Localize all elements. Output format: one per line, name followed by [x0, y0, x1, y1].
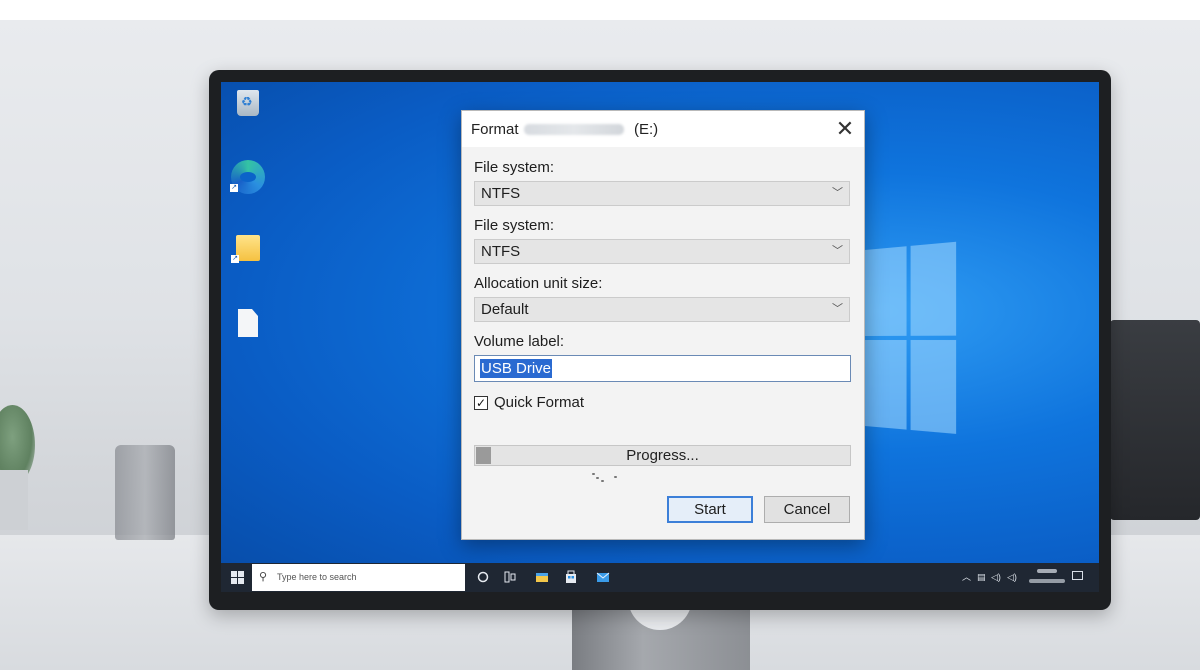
dialog-titlebar: Format (E:) ✕ — [462, 111, 864, 147]
cancel-button[interactable]: Cancel — [764, 496, 850, 523]
dialog-title-prefix: Format — [471, 121, 519, 138]
desktop-icon-edge[interactable]: ↗ — [221, 160, 278, 199]
file-system-label: File system: — [474, 159, 555, 176]
file-icon — [238, 309, 258, 337]
loading-spinner-icon — [592, 471, 622, 485]
file-system-value-2: NTFS — [481, 243, 521, 260]
close-icon[interactable]: ✕ — [830, 114, 860, 144]
format-dialog: Format (E:) ✕ File system: NTFS ﹀ File s… — [461, 110, 865, 540]
cortana-icon[interactable] — [475, 569, 491, 585]
volume-label-label: Volume label: — [474, 333, 565, 350]
speaker-icon[interactable]: ◁) — [1007, 563, 1017, 592]
folder-icon — [236, 235, 260, 261]
file-explorer-icon[interactable] — [534, 569, 550, 585]
quick-format-label: Quick Format — [494, 394, 585, 411]
background-dark-object — [1110, 320, 1200, 520]
search-placeholder: Type here to search — [277, 572, 357, 582]
shortcut-arrow-icon: ↗ — [230, 184, 238, 192]
start-button[interactable]: Start — [667, 496, 753, 523]
chevron-down-icon: ﹀ — [832, 187, 843, 199]
volume-icon[interactable]: ◁) — [991, 563, 1001, 592]
taskbar: ⚲ Type here to search ︿ ▤ ◁) ◁) — [221, 563, 1099, 592]
desktop-icon-folder[interactable]: ↗ — [221, 235, 278, 266]
dialog-title-drive: (E:) — [634, 121, 659, 138]
allocation-unit-size-label: Allocation unit size: — [474, 275, 603, 292]
allocation-unit-size-select[interactable]: Default ﹀ — [474, 297, 850, 322]
network-icon[interactable]: ▤ — [977, 563, 986, 592]
taskbar-search-box[interactable]: ⚲ Type here to search — [252, 564, 465, 591]
desktop-icon-recycle-bin[interactable] — [221, 90, 278, 121]
search-icon: ⚲ — [259, 571, 268, 583]
chevron-down-icon: ﹀ — [832, 245, 843, 257]
task-view-icon[interactable] — [502, 569, 518, 585]
redacted-drive-name — [524, 124, 624, 135]
volume-label-selected-text: USB Drive — [480, 359, 553, 378]
chevron-up-icon[interactable]: ︿ — [962, 563, 971, 592]
progress-label: Progress... — [626, 447, 699, 464]
file-system-label-2: File system: — [474, 217, 555, 234]
notification-icon[interactable] — [1072, 571, 1083, 580]
file-system-select-2[interactable]: NTFS ﹀ — [474, 239, 850, 264]
desktop-icon-file[interactable] — [221, 309, 278, 342]
taskbar-clock[interactable] — [1024, 566, 1070, 592]
background-pot — [0, 470, 28, 530]
windows-wallpaper-logo — [865, 241, 957, 439]
shortcut-arrow-icon: ↗ — [231, 255, 239, 263]
volume-label-input[interactable]: USB Drive — [474, 355, 851, 382]
chevron-down-icon: ﹀ — [832, 303, 843, 315]
file-system-value: NTFS — [481, 185, 521, 202]
store-icon[interactable] — [563, 569, 579, 585]
quick-format-checkbox[interactable]: ✓ — [474, 396, 488, 410]
background-pen-cup — [115, 445, 175, 540]
file-system-select[interactable]: NTFS ﹀ — [474, 181, 850, 206]
format-progress-bar: Progress... — [474, 445, 851, 466]
recycle-bin-icon — [237, 90, 259, 116]
mail-icon[interactable] — [595, 569, 611, 585]
windows-start-icon[interactable] — [231, 571, 244, 584]
allocation-unit-size-value: Default — [481, 301, 529, 318]
